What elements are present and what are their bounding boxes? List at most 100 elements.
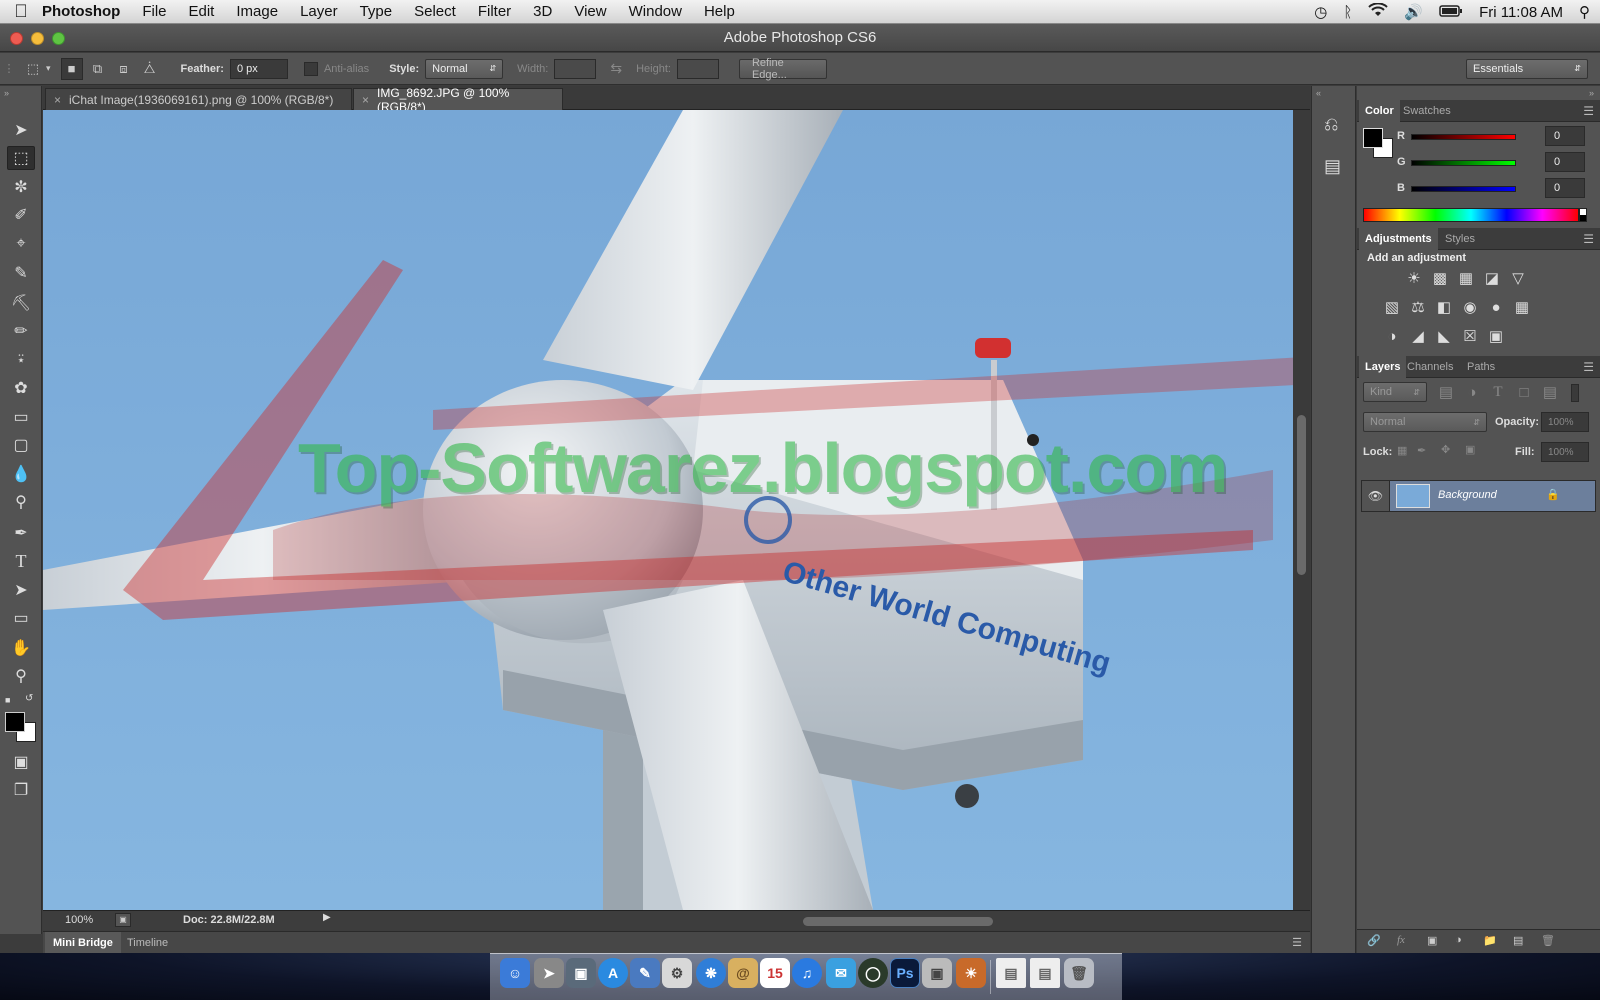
add-mask-icon[interactable]: ▣: [1427, 934, 1437, 947]
iphoto-icon[interactable]: ☀: [956, 958, 986, 988]
filter-adjustment-icon[interactable]: ◑: [1461, 381, 1483, 403]
tab-timeline[interactable]: Timeline: [119, 932, 176, 954]
downloads-stack-icon[interactable]: ▤: [1030, 958, 1060, 988]
document-stack-icon[interactable]: ▤: [996, 958, 1026, 988]
lock-image-pixels-icon[interactable]: ✒: [1417, 444, 1426, 457]
calendar-icon[interactable]: 15: [760, 958, 790, 988]
document-tab-img8692[interactable]: × IMG_8692.JPG @ 100% (RGB/8*): [353, 86, 563, 114]
quick-selection-tool-icon[interactable]: ✐: [7, 203, 35, 227]
healing-brush-tool-icon[interactable]: ⛏: [7, 291, 35, 315]
feather-input[interactable]: 0 px: [229, 58, 288, 79]
filter-type-icon[interactable]: T: [1487, 381, 1509, 403]
menu-edit[interactable]: Edit: [189, 3, 215, 20]
vertical-scroll-thumb[interactable]: [1297, 415, 1306, 575]
delete-layer-icon[interactable]: 🗑: [1541, 934, 1555, 947]
refine-edge-button[interactable]: Refine Edge...: [738, 57, 827, 81]
default-colors-icon[interactable]: ■: [5, 695, 10, 705]
minimize-window-button[interactable]: [31, 32, 44, 45]
green-slider[interactable]: [1411, 160, 1516, 166]
hue-saturation-icon[interactable]: ▧: [1381, 296, 1403, 318]
blur-tool-icon[interactable]: 💧: [7, 462, 35, 486]
channel-mixer-icon[interactable]: ●: [1485, 296, 1507, 318]
hand-tool-icon[interactable]: ✋: [7, 636, 35, 660]
menu-view[interactable]: View: [574, 3, 606, 20]
wifi-icon[interactable]: [1368, 2, 1389, 21]
color-foreground-swatch[interactable]: [1363, 128, 1383, 148]
exposure-icon[interactable]: ◪: [1481, 267, 1503, 289]
dodge-tool-icon[interactable]: ⚲: [7, 490, 35, 514]
new-layer-icon[interactable]: ▤: [1513, 934, 1523, 947]
collapse-panel-icon[interactable]: »: [4, 88, 9, 98]
collapse-dock-icon[interactable]: »: [1589, 88, 1594, 98]
green-value-input[interactable]: 0: [1545, 152, 1585, 172]
panel-menu-icon[interactable]: ☰: [1583, 232, 1594, 246]
canvas-vertical-scrollbar[interactable]: [1293, 110, 1310, 910]
panel-menu-icon[interactable]: ☰: [1292, 936, 1302, 949]
close-tab-icon[interactable]: ×: [362, 93, 369, 107]
filter-toggle[interactable]: [1571, 384, 1579, 402]
antialias-checkbox[interactable]: [303, 61, 318, 76]
lock-all-icon[interactable]: ▣: [1465, 443, 1475, 456]
status-menu-arrow-icon[interactable]: ▶: [323, 912, 331, 923]
color-spectrum-ramp[interactable]: [1363, 208, 1579, 222]
move-tool-icon[interactable]: ➤: [7, 118, 35, 142]
link-layers-icon[interactable]: 🔗: [1367, 934, 1381, 947]
path-selection-tool-icon[interactable]: ➤: [7, 578, 35, 602]
fill-input[interactable]: 100%: [1541, 442, 1589, 462]
app-menu[interactable]: Photoshop: [42, 3, 120, 20]
menu-3d[interactable]: 3D: [533, 3, 552, 20]
eraser-tool-icon[interactable]: ▭: [7, 405, 35, 429]
system-utility-icon[interactable]: ⚙: [662, 958, 692, 988]
close-tab-icon[interactable]: ×: [54, 93, 61, 107]
quick-mask-icon[interactable]: ▣: [7, 750, 35, 774]
menu-window[interactable]: Window: [629, 3, 682, 20]
tab-mini-bridge[interactable]: Mini Bridge: [45, 932, 121, 954]
threshold-icon[interactable]: ◣: [1433, 325, 1455, 347]
menu-file[interactable]: File: [142, 3, 166, 20]
invert-icon[interactable]: ◑: [1381, 325, 1403, 347]
crop-tool-icon[interactable]: ⌖: [7, 232, 35, 256]
itunes-icon[interactable]: ♫: [792, 958, 822, 988]
spotlight-search-icon[interactable]: ⚲: [1579, 3, 1590, 21]
add-to-selection-icon[interactable]: ⧉: [87, 58, 109, 80]
properties-panel-icon[interactable]: ▤: [1324, 156, 1341, 177]
vibrance-icon[interactable]: ▽: [1507, 267, 1529, 289]
panel-menu-icon[interactable]: ☰: [1583, 104, 1594, 118]
bluetooth-icon[interactable]: ᚱ: [1343, 4, 1352, 21]
tab-styles[interactable]: Styles: [1439, 228, 1481, 250]
messages-icon[interactable]: ✉: [826, 958, 856, 988]
black-white-ramp[interactable]: [1579, 208, 1587, 222]
document-canvas[interactable]: Other World Computing Top-Softwarez.blog…: [43, 110, 1293, 910]
new-selection-icon[interactable]: ■: [60, 57, 83, 80]
new-group-icon[interactable]: 📁: [1483, 934, 1497, 947]
photo-filter-icon[interactable]: ◉: [1459, 296, 1481, 318]
opacity-input[interactable]: 100%: [1541, 412, 1589, 432]
tab-paths[interactable]: Paths: [1461, 356, 1501, 378]
layer-row-background[interactable]: 👁 Background 🔒: [1361, 480, 1596, 512]
swap-dimensions-icon[interactable]: ⇆: [610, 60, 622, 77]
close-window-button[interactable]: [10, 32, 23, 45]
layer-visibility-eye-icon[interactable]: 👁: [1362, 481, 1390, 511]
lock-position-icon[interactable]: ✥: [1441, 443, 1450, 456]
horizontal-scroll-thumb[interactable]: [803, 917, 993, 926]
lasso-tool-icon[interactable]: ✼: [7, 175, 35, 199]
launchpad-icon[interactable]: ➤: [534, 958, 564, 988]
clone-stamp-tool-icon[interactable]: ⍣: [7, 348, 35, 372]
layer-filter-kind-select[interactable]: Kind ⇵: [1363, 382, 1427, 402]
tab-swatches[interactable]: Swatches: [1397, 100, 1457, 122]
screen-mode-icon[interactable]: ❐: [7, 778, 35, 802]
width-input[interactable]: [554, 58, 597, 79]
menu-layer[interactable]: Layer: [300, 3, 338, 20]
foreground-color-swatch[interactable]: [5, 712, 25, 732]
swap-colors-icon[interactable]: ↺: [25, 693, 33, 704]
preview-icon[interactable]: ✎: [630, 958, 660, 988]
preset-dropdown-icon[interactable]: ▾: [46, 63, 51, 74]
volume-icon[interactable]: 🔊: [1404, 3, 1423, 21]
menu-filter[interactable]: Filter: [478, 3, 511, 20]
tab-layers[interactable]: Layers: [1359, 356, 1407, 378]
marquee-preset-icon[interactable]: ⬚: [22, 58, 44, 80]
tab-channels[interactable]: Channels: [1401, 356, 1459, 378]
height-input[interactable]: [676, 58, 719, 79]
type-tool-icon[interactable]: T: [7, 549, 35, 573]
intersect-selection-icon[interactable]: ⧊: [139, 58, 161, 80]
